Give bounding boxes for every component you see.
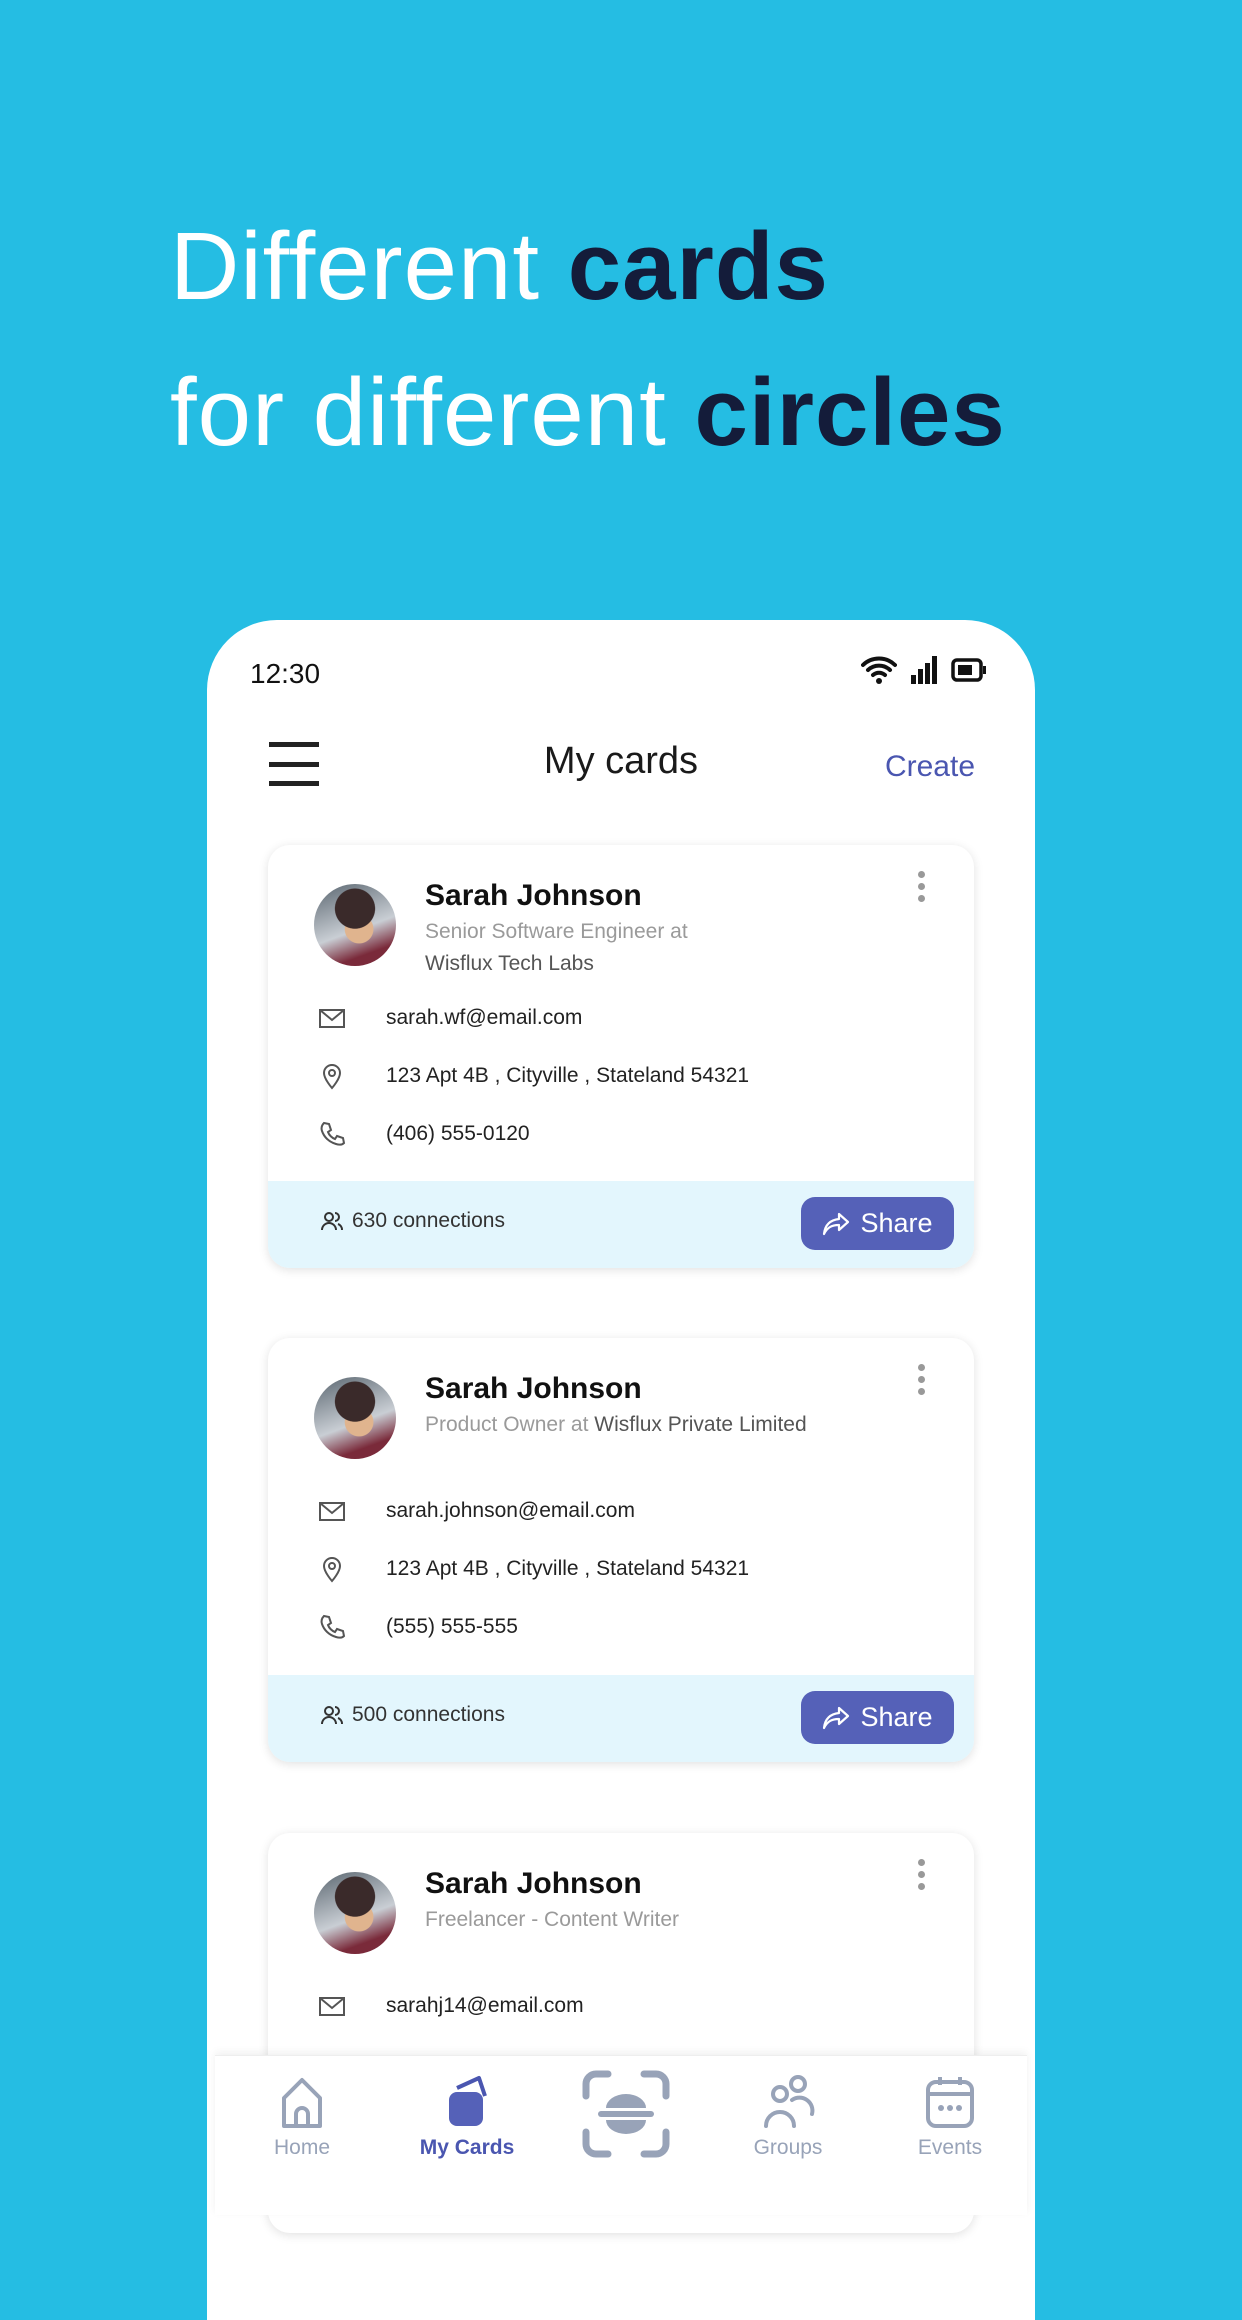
card-company: Wisflux Tech Labs [425, 952, 594, 975]
email-text: sarahj14@email.com [386, 1994, 584, 2017]
share-button[interactable]: Share [801, 1197, 954, 1250]
connections-count: 630 connections [320, 1209, 505, 1233]
share-icon [823, 1212, 850, 1235]
phone-row: (555) 555-555 [318, 1613, 518, 1641]
phone-icon [320, 1614, 346, 1639]
nav-home[interactable]: Home [237, 2074, 367, 2160]
headline-line-2: for different circles [170, 358, 1006, 468]
users-icon [321, 1706, 343, 1725]
address-text: 123 Apt 4B , Cityville , Stateland 54321 [386, 1557, 750, 1580]
connections-count: 500 connections [320, 1703, 505, 1727]
card-company: Wisflux Private Limited [594, 1413, 807, 1436]
email-text: sarah.johnson@email.com [386, 1499, 635, 1522]
card-footer: 630 connections Share [268, 1181, 974, 1268]
nav-scan[interactable] [561, 2070, 691, 2164]
card-name: Sarah Johnson [425, 1372, 642, 1405]
email-row: sarah.johnson@email.com [318, 1497, 635, 1525]
avatar [314, 1377, 396, 1459]
share-label: Share [860, 1208, 933, 1238]
headline-bold: cards [567, 213, 829, 320]
location-pin-icon [322, 1064, 342, 1090]
connections-text: 630 connections [352, 1209, 505, 1232]
email-row: sarah.wf@email.com [318, 1004, 582, 1032]
more-options-icon[interactable] [918, 1364, 926, 1395]
create-button[interactable]: Create [885, 750, 975, 784]
avatar [314, 884, 396, 966]
more-options-icon[interactable] [918, 1859, 926, 1890]
nav-label: My Cards [419, 2136, 515, 2159]
headline-line-1: Different cards [170, 212, 829, 322]
nav-groups[interactable]: Groups [723, 2074, 853, 2160]
nav-label: Events [917, 2136, 983, 2159]
groups-icon [764, 2075, 815, 2128]
email-text: sarah.wf@email.com [386, 1006, 583, 1029]
headline-text: for different [170, 359, 695, 466]
status-icons [861, 656, 987, 684]
phone-icon [320, 1121, 346, 1146]
card-title: Product Owner at [425, 1413, 595, 1436]
mail-icon [319, 1009, 345, 1028]
nav-label: Home [273, 2136, 331, 2159]
signal-icon [911, 656, 937, 684]
status-time: 12:30 [250, 658, 321, 689]
headline-text: Different [170, 213, 568, 320]
card-name: Sarah Johnson [425, 1867, 642, 1900]
mail-icon [319, 1997, 345, 2016]
nav-label: Groups [753, 2136, 823, 2159]
phone-text: (555) 555-555 [386, 1615, 518, 1638]
battery-icon [951, 658, 986, 682]
email-row: sarahj14@email.com [318, 1992, 584, 2020]
card-title: Senior Software Engineer at [425, 920, 688, 943]
users-icon [321, 1212, 343, 1231]
mail-icon [319, 1502, 345, 1521]
business-card[interactable]: Sarah Johnson Product Owner at Wisflux P… [268, 1338, 974, 1762]
home-icon [282, 2078, 322, 2128]
headline-bold: circles [694, 359, 1006, 466]
connections-text: 500 connections [352, 1703, 505, 1726]
phone-screen: 12:30 My cards Create Sarah Johnson Seni… [207, 620, 1035, 2320]
share-button[interactable]: Share [801, 1691, 954, 1744]
bottom-nav: Home My Cards Groups Events [215, 2055, 1027, 2215]
card-title: Freelancer - Content Writer [425, 1908, 680, 1931]
address-text: 123 Apt 4B , Cityville , Stateland 54321 [386, 1064, 750, 1087]
more-options-icon[interactable] [918, 871, 926, 902]
nav-my-cards[interactable]: My Cards [402, 2074, 532, 2160]
share-icon [823, 1706, 850, 1729]
calendar-icon [926, 2077, 974, 2128]
address-row: 123 Apt 4B , Cityville , Stateland 54321 [318, 1555, 749, 1583]
nav-events[interactable]: Events [885, 2074, 1015, 2160]
avatar [314, 1872, 396, 1954]
location-pin-icon [322, 1557, 342, 1583]
card-name: Sarah Johnson [425, 879, 642, 912]
card-footer: 500 connections Share [268, 1675, 974, 1762]
phone-row: (406) 555-0120 [318, 1120, 530, 1148]
cards-icon [449, 2076, 487, 2126]
scan-icon [582, 2070, 670, 2158]
address-row: 123 Apt 4B , Cityville , Stateland 54321 [318, 1062, 749, 1090]
wifi-icon [861, 656, 897, 684]
phone-text: (406) 555-0120 [386, 1122, 530, 1145]
share-label: Share [860, 1702, 933, 1732]
business-card[interactable]: Sarah Johnson Senior Software Engineer a… [268, 845, 974, 1268]
